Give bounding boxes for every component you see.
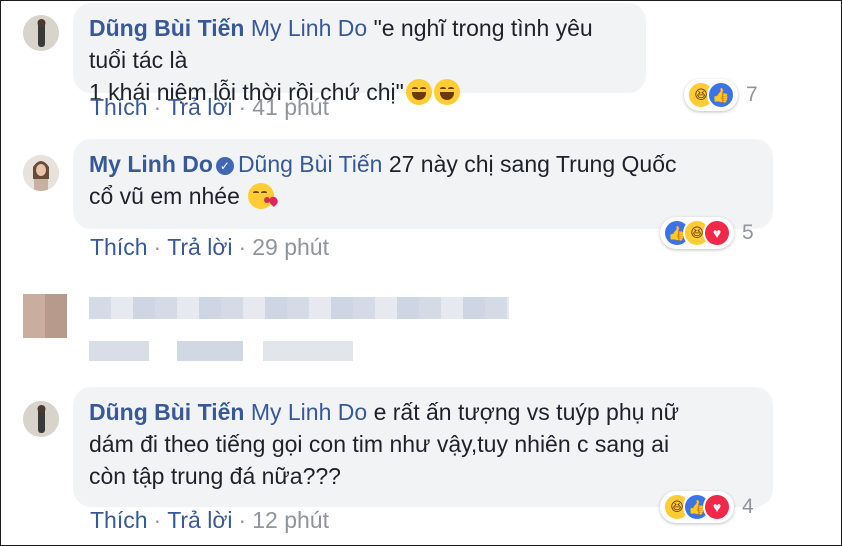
comment-author[interactable]: Dũng Bùi Tiến [89,399,244,425]
like-link[interactable]: Thích [90,234,148,260]
comment-actions: Thích · Trả lời · 12 phút [90,507,329,534]
avatar[interactable] [23,401,59,437]
separator-dot: · [238,94,247,120]
comment-bubble: Dũng Bùi Tiến My Linh Do e rất ấn tượng … [73,387,773,507]
grinning-emoji-icon [433,79,460,105]
reply-link[interactable]: Trả lời [167,94,232,120]
mention-link[interactable]: My Linh Do [251,399,367,425]
separator-dot: · [153,234,162,260]
comment-timestamp[interactable]: 41 phút [252,94,329,120]
reaction-summary[interactable]: 😆 👍 7 [684,79,758,111]
like-icon: 👍 [707,81,735,109]
reaction-summary[interactable]: 👍 😆 ♥ 5 [660,217,754,249]
comment-timestamp[interactable]: 12 phút [252,507,329,533]
avatar[interactable] [23,155,59,191]
pixelated-text-block [89,341,149,361]
mention-link[interactable]: Dũng Bùi Tiến [238,151,382,177]
comment-bubble: My Linh Do ✓ Dũng Bùi Tiến 27 này chị sang… [73,139,773,229]
comment-text: 27 này chị sang Trung Quốc [388,151,677,177]
reaction-summary[interactable]: 😆 👍 ♥ 4 [660,491,754,523]
reply-link[interactable]: Trả lời [167,234,232,260]
comment-timestamp[interactable]: 29 phút [252,234,329,260]
verified-badge-icon: ✓ [215,157,234,175]
separator-dot: · [238,234,247,260]
pixelated-text-block [89,297,509,319]
comment-actions: Thích · Trả lời · 29 phút [90,234,329,261]
pixelated-text-block [177,341,243,361]
separator-dot: · [238,507,247,533]
pixelated-text-block [263,341,353,361]
reaction-count: 7 [746,83,758,106]
love-icon: ♥ [703,219,731,247]
avatar-image [23,401,59,437]
avatar-image [23,15,59,51]
reaction-count: 4 [742,495,754,518]
kissing-emoji-icon [248,183,275,209]
comment-author[interactable]: My Linh Do [89,151,213,177]
grinning-emoji-icon [405,79,432,105]
reaction-icons: 😆 👍 ♥ [660,491,734,523]
reaction-count: 5 [742,221,754,244]
avatar[interactable] [23,15,59,51]
reaction-icons: 👍 😆 ♥ [660,217,734,249]
like-link[interactable]: Thích [90,507,148,533]
reaction-icons: 😆 👍 [684,79,738,111]
pixelated-avatar [23,294,67,338]
like-link[interactable]: Thích [90,94,148,120]
comment-actions: Thích · Trả lời · 41 phút [90,94,329,121]
comment-text: e rất ấn tượng vs tuýp phụ nữ [373,399,679,425]
avatar-image [23,155,59,191]
separator-dot: · [153,507,162,533]
comment-text: dám đi theo tiếng gọi con tim như vậy,tu… [89,431,670,457]
comment-text: cổ vũ em nhée [89,183,240,209]
mention-link[interactable]: My Linh Do [251,15,367,41]
separator-dot: · [153,94,162,120]
comment-author[interactable]: Dũng Bùi Tiến [89,15,244,41]
love-icon: ♥ [703,493,731,521]
comment-bubble: Dũng Bùi Tiến My Linh Do "e nghĩ trong t… [73,3,646,105]
reply-link[interactable]: Trả lời [167,507,232,533]
comment-text: còn tập trung đá nữa??? [89,463,341,489]
